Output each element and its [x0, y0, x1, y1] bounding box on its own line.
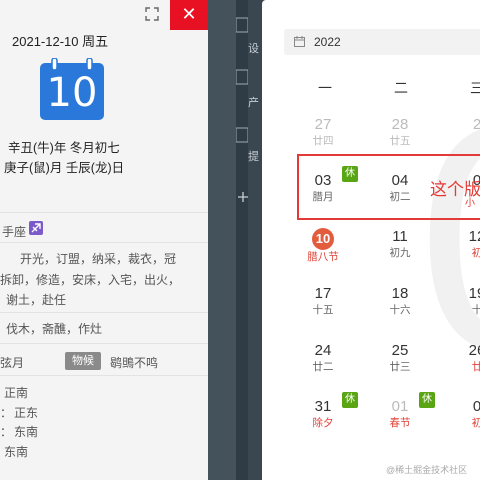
direction-2: 正东: [14, 406, 39, 420]
divider: [0, 375, 208, 376]
calendar-day-cell[interactable]: 26 廿: [452, 342, 480, 374]
calendar-day-cell[interactable]: 10 腊八节: [298, 228, 348, 264]
weekday-wed: 三: [470, 80, 480, 96]
calendar-day-cell[interactable]: 2: [452, 116, 480, 134]
calendar-day-cell[interactable]: 12 初: [452, 228, 480, 260]
divider: [0, 312, 208, 313]
divider: [0, 242, 208, 243]
rest-day-badge: 休: [342, 392, 358, 408]
annotation-small-text: 小: [465, 198, 475, 209]
calendar-day-cell[interactable]: 0初: [452, 398, 480, 430]
lunar-month-line: 庚子(鼠)月 壬辰(龙)日: [4, 161, 125, 175]
watermark-credit: @稀土掘金技术社区: [386, 465, 468, 475]
desktop-background: [208, 0, 236, 480]
lunar-year-line: 辛丑(牛)年 冬月初七: [8, 141, 120, 155]
sidebar-label-prompt[interactable]: 提: [248, 148, 259, 164]
lunar-date: 廿二: [312, 361, 334, 373]
calendar-day-cell[interactable]: 25 廿三: [375, 342, 425, 374]
day-number: 12: [468, 228, 480, 245]
rest-day-badge: 休: [419, 392, 435, 408]
lunar-date: 腊八节: [307, 251, 339, 263]
moon-phase: 弦月: [0, 356, 25, 370]
calendar-day-cell[interactable]: 18 十六: [375, 285, 425, 317]
divider: [0, 343, 208, 344]
lunar-date: 十: [471, 304, 480, 316]
wuhou-text: 鹖鴠不鸣: [110, 356, 159, 370]
day-number: 31: [314, 398, 332, 415]
year-value: 2022: [314, 35, 341, 49]
calendar-day-cell[interactable]: 19 十: [452, 285, 480, 317]
close-button[interactable]: ✕: [170, 0, 208, 30]
weekday-mon: 一: [318, 80, 332, 96]
day-number: 10: [298, 228, 348, 250]
yi-line-2: 拆卸，修造，安床，入宅，出火，: [0, 273, 181, 287]
calendar-day-cell[interactable]: 01 春节: [375, 398, 425, 430]
day-number: 19: [468, 285, 480, 302]
direction-3: 东南: [14, 425, 39, 439]
day-number: 25: [391, 342, 409, 359]
lunar-date: 十五: [312, 304, 334, 316]
divider: [0, 212, 208, 213]
lunar-date: 春节: [389, 417, 411, 429]
ji-line: 伐木，斋醮，作灶: [6, 322, 103, 336]
calendar-day-number: 10: [46, 70, 98, 116]
calendar-day-cell[interactable]: 11 初九: [375, 228, 425, 260]
weekday-tue: 二: [394, 80, 408, 96]
calendar-day-cell[interactable]: 28 廿五: [375, 116, 425, 148]
calendar-day-icon: 10: [40, 58, 104, 120]
expand-icon[interactable]: [144, 6, 160, 22]
lunar-date: 初: [471, 247, 480, 259]
direction-1: 正南: [4, 386, 29, 400]
close-icon: ✕: [181, 4, 197, 24]
day-number: 18: [391, 285, 409, 302]
calendar-day-cell[interactable]: 17 十五: [298, 285, 348, 317]
year-selector[interactable]: 2022: [284, 29, 480, 55]
lunar-date: 除夕: [312, 417, 334, 429]
lunar-date: 初: [471, 417, 480, 429]
sagittarius-icon: [29, 221, 43, 235]
sidebar-label-settings[interactable]: 设: [248, 40, 259, 56]
direction-3-prefix: ：: [0, 425, 13, 439]
almanac-panel: ✕ 2021-12-10 周五 10 辛丑(牛)年 冬月初七 庚子(鼠)月 壬辰…: [0, 0, 208, 480]
direction-2-prefix: ：: [0, 406, 13, 420]
lunar-date: 廿四: [312, 135, 334, 147]
calendar-day-cell[interactable]: 27 廿四: [298, 116, 348, 148]
constellation-label: 手座: [2, 225, 27, 239]
selected-date: 2021-12-10 周五: [12, 34, 109, 49]
sidebar-label-product[interactable]: 产: [248, 94, 259, 110]
yi-line-3: 谢土，赴任: [6, 293, 67, 307]
day-number: 17: [314, 285, 332, 302]
yi-line-1: 开光，订盟，纳采，裁衣，冠: [20, 252, 177, 266]
lunar-date: 廿: [471, 361, 480, 373]
day-number: 24: [314, 342, 332, 359]
calendar-day-cell[interactable]: 24 廿二: [298, 342, 348, 374]
day-number: 0: [472, 398, 480, 415]
today-marker: 10: [312, 228, 334, 250]
day-number: 11: [392, 228, 408, 245]
day-number: 01: [391, 398, 409, 415]
lunar-date: 初九: [389, 247, 411, 259]
day-number: 28: [391, 116, 409, 133]
calendar-icon: [294, 36, 305, 47]
direction-4: 东南: [4, 445, 29, 459]
calendar-panel: 0 2022 一 二 三 27廿四28廿五203腊月04初二010腊八节11初九…: [262, 0, 480, 480]
lunar-date: 廿五: [389, 135, 411, 147]
lunar-date: 廿三: [389, 361, 411, 373]
desktop-sidebar: [236, 0, 248, 480]
calendar-day-cell[interactable]: 31 除夕: [298, 398, 348, 430]
wuhou-badge: 物候: [65, 352, 101, 370]
day-number: 26: [468, 342, 480, 359]
lunar-date: 十六: [389, 304, 411, 316]
day-number: 2: [472, 116, 480, 133]
day-number: 27: [314, 116, 332, 133]
